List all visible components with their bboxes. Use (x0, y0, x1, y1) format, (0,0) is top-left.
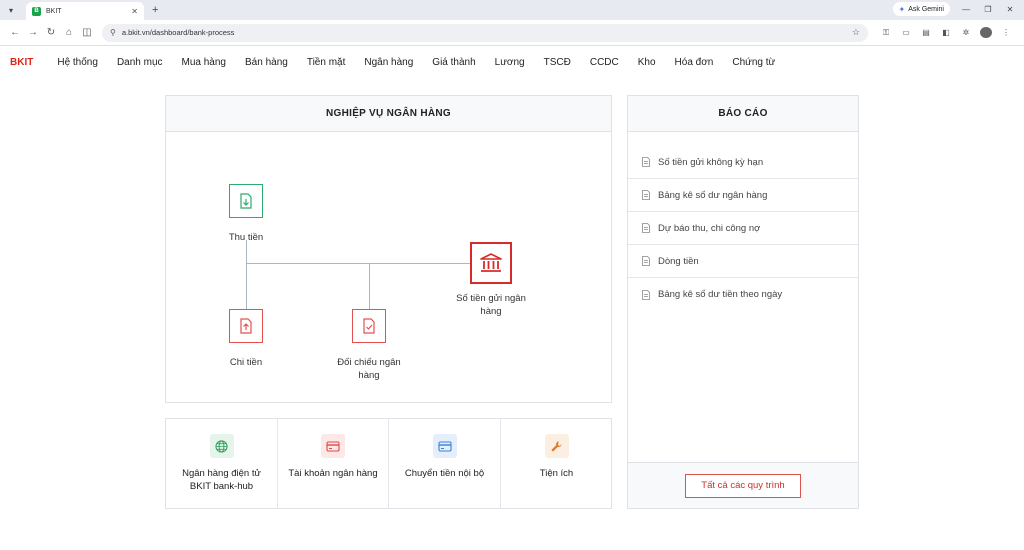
reload-icon[interactable]: ↻ (42, 27, 60, 38)
doi-chieu-node[interactable] (352, 309, 386, 343)
minimize-icon[interactable]: — (960, 5, 972, 14)
doi-chieu-label[interactable]: Đối chiếu ngân hàng (329, 357, 409, 383)
browser-tab-bar: ▾ B BKIT ✕ + ✦ Ask Gemini — ❐ ✕ (0, 0, 1024, 20)
download-file-icon (240, 193, 252, 209)
tool-icon-box (544, 434, 569, 458)
menu-gia-thanh[interactable]: Giá thành (432, 57, 475, 68)
tool-bank-hub[interactable]: Ngân hàng điện tử BKIT bank-hub (166, 419, 278, 509)
chi-tien-label[interactable]: Chi tiền (216, 357, 276, 370)
so-tien-gui-node[interactable] (470, 242, 512, 284)
card-icon (326, 440, 340, 452)
menu-kho[interactable]: Kho (638, 57, 656, 68)
report-item-label: Dự báo thu, chi công nợ (658, 222, 761, 234)
process-panel-title: NGHIỆP VỤ NGÂN HÀNG (166, 96, 611, 132)
menu-tscd[interactable]: TSCĐ (544, 57, 571, 68)
report-item-label: Số tiền gửi không kỳ hạn (658, 156, 764, 168)
tool-label: Ngân hàng điện tử BKIT bank-hub (182, 468, 261, 493)
globe-icon (215, 439, 228, 453)
wrench-icon (551, 440, 562, 452)
bookmark-star-icon[interactable]: ☆ (852, 27, 860, 38)
extensions-icon[interactable]: ✲ (960, 28, 972, 37)
report-panel-title: BÁO CÁO (628, 96, 858, 132)
menu-ccdc[interactable]: CCDC (590, 57, 619, 68)
all-processes-button[interactable]: Tất cả các quy trình (685, 473, 801, 498)
menu-ngan-hang[interactable]: Ngân hàng (364, 57, 413, 68)
password-key-icon[interactable]: ⚿ (880, 28, 892, 38)
report-list: Số tiền gửi không kỳ hạn Bảng kê số dư n… (628, 146, 858, 311)
so-tien-gui-label[interactable]: Số tiền gửi ngân hàng (448, 293, 534, 319)
close-window-icon[interactable]: ✕ (1004, 5, 1016, 14)
menu-danh-muc[interactable]: Danh mục (117, 57, 163, 68)
tool-icon-box (321, 434, 345, 458)
reading-mode-icon[interactable]: ▤ (920, 28, 932, 37)
tool-icon-box (209, 434, 234, 458)
document-icon (642, 289, 650, 300)
menu-tien-mat[interactable]: Tiền mặt (307, 57, 346, 68)
connector-line (369, 263, 370, 309)
site-info-icon[interactable]: ⚲ (110, 28, 116, 37)
report-item[interactable]: Bảng kê số dư tiền theo ngày (628, 278, 858, 311)
tool-tien-ich[interactable]: Tiện ích (501, 419, 612, 509)
document-icon (642, 157, 650, 167)
restore-icon[interactable]: ❐ (982, 5, 994, 14)
gemini-sparkle-icon: ✦ (898, 4, 906, 14)
ask-gemini-label: Ask Gemini (908, 5, 944, 13)
process-panel: NGHIỆP VỤ NGÂN HÀNG Thu tiền Chi tiền Đố… (165, 95, 612, 403)
address-bar: ← → ↻ ⌂ ◫ ⚲ a.bkit.vn/dashboard/bank-pro… (0, 20, 1024, 46)
brand-logo[interactable]: BKIT (10, 57, 33, 68)
document-icon (642, 190, 650, 200)
report-item[interactable]: Dự báo thu, chi công nợ (628, 212, 858, 245)
thu-tien-label[interactable]: Thu tiền (216, 232, 276, 245)
ask-gemini-button[interactable]: ✦ Ask Gemini (892, 2, 950, 16)
forward-icon[interactable]: → (24, 27, 42, 38)
tool-tai-khoan[interactable]: Tài khoản ngân hàng (278, 419, 389, 509)
report-item-label: Bảng kê số dư tiền theo ngày (658, 289, 783, 300)
browser-tab[interactable]: B BKIT ✕ (26, 2, 144, 20)
check-file-icon (363, 318, 375, 334)
report-panel: BÁO CÁO Số tiền gửi không kỳ hạn Bảng kê… (627, 95, 859, 509)
menu-luong[interactable]: Lương (495, 57, 525, 68)
thu-tien-node[interactable] (229, 184, 263, 218)
document-icon (642, 256, 650, 266)
document-icon (642, 223, 650, 233)
connector-line (246, 263, 470, 264)
url-text: a.bkit.vn/dashboard/bank-process (121, 28, 235, 37)
tool-label: Tài khoản ngân hàng (288, 468, 378, 479)
sidebar-icon[interactable]: ◧ (940, 28, 952, 37)
report-item-label: Dòng tiền (658, 255, 699, 267)
tool-label: Tiện ích (539, 468, 574, 479)
bank-icon (480, 253, 502, 272)
report-item[interactable]: Số tiền gửi không kỳ hạn (628, 146, 858, 179)
menu-ban-hang[interactable]: Bán hàng (245, 57, 288, 68)
home-icon[interactable]: ⌂ (60, 27, 78, 38)
url-input[interactable]: ⚲ a.bkit.vn/dashboard/bank-process ☆ (102, 23, 868, 42)
payment-card-icon[interactable]: ▭ (900, 28, 912, 37)
split-view-icon[interactable]: ◫ (78, 27, 96, 38)
tab-title: BKIT (46, 7, 62, 15)
menu-he-thong[interactable]: Hệ thống (57, 57, 98, 68)
tools-panel: Ngân hàng điện tử BKIT bank-hub Tài khoả… (165, 418, 612, 509)
menu-mua-hang[interactable]: Mua hàng (182, 57, 226, 68)
app-main-nav: BKIT Hệ thống Danh mục Mua hàng Bán hàng… (0, 47, 1024, 77)
back-icon[interactable]: ← (6, 27, 24, 38)
tool-icon-box (432, 434, 457, 458)
connector-line (246, 240, 247, 310)
report-item-label: Bảng kê số dư ngân hàng (658, 189, 768, 201)
tool-chuyen-tien[interactable]: Chuyển tiền nội bộ (389, 419, 501, 509)
report-item[interactable]: Bảng kê số dư ngân hàng (628, 179, 858, 212)
new-tab-icon[interactable]: + (152, 4, 158, 16)
report-item[interactable]: Dòng tiền (628, 245, 858, 278)
card-icon (437, 440, 452, 452)
favicon-icon: B (32, 6, 41, 16)
menu-chung-tu[interactable]: Chứng từ (732, 57, 775, 68)
report-footer: Tất cả các quy trình (628, 462, 858, 508)
chi-tien-node[interactable] (229, 309, 263, 343)
upload-file-icon (240, 318, 252, 334)
browser-menu-icon[interactable]: ⋮ (1000, 28, 1012, 37)
menu-hoa-don[interactable]: Hóa đơn (675, 57, 714, 68)
profile-avatar[interactable] (980, 27, 992, 38)
tool-label: Chuyển tiền nội bộ (404, 468, 485, 479)
tab-search-icon[interactable]: ▾ (4, 3, 18, 17)
close-tab-icon[interactable]: ✕ (131, 7, 138, 16)
